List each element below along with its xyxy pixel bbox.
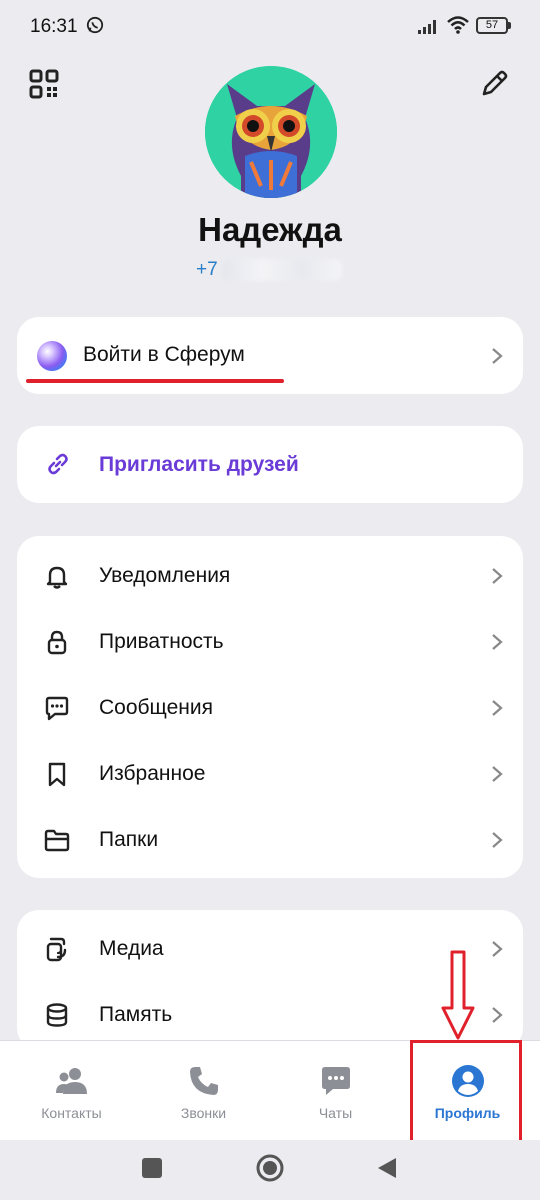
contacts-icon (55, 1068, 87, 1094)
red-arrow-annotation (441, 950, 475, 1040)
owl-avatar-image (205, 66, 337, 198)
battery-indicator: 57 (476, 17, 508, 34)
chevron-right-icon (492, 766, 503, 782)
wifi-icon (447, 16, 469, 34)
chevron-right-icon (492, 700, 503, 716)
chevron-right-icon (492, 568, 503, 584)
red-highlight-annotation (410, 1040, 522, 1148)
battery-tip (508, 22, 511, 29)
settings-item-notifications[interactable]: Уведомления (17, 543, 523, 609)
settings-item-favorites[interactable]: Избранное (17, 741, 523, 807)
red-underline-annotation (26, 379, 284, 383)
chat-icon (321, 1067, 350, 1095)
settings-item-label: Избранное (99, 762, 206, 785)
settings-item-label: Папки (99, 828, 159, 851)
settings-item-label: Приватность (99, 630, 224, 653)
link-icon (48, 453, 68, 475)
whatsapp-icon (86, 16, 104, 34)
tab-label: Контакты (41, 1105, 102, 1121)
status-time: 16:31 (30, 16, 78, 37)
profile-name: Надежда (198, 211, 342, 248)
avatar[interactable] (205, 66, 337, 198)
status-bar: 16:31 57 (0, 0, 540, 54)
phone-icon (189, 1067, 218, 1095)
sferum-login-label: Войти в Сферум (83, 343, 245, 366)
qr-code-icon (29, 69, 59, 99)
chevron-right-icon (492, 941, 503, 957)
back-button[interactable] (376, 1156, 398, 1180)
phone-number-redacted (222, 259, 342, 281)
tab-chats[interactable]: Чаты (268, 1041, 403, 1141)
settings-item-label: Уведомления (99, 564, 231, 587)
profile-phone: +7 (196, 259, 218, 280)
database-icon (46, 1003, 68, 1027)
tab-calls[interactable]: Звонки (136, 1041, 271, 1141)
sferum-logo-icon (37, 341, 67, 371)
invite-friends-label: Пригласить друзей (99, 453, 299, 476)
signal-icon (418, 20, 436, 34)
chevron-right-icon (492, 348, 503, 364)
chevron-right-icon (492, 1007, 503, 1023)
message-icon (45, 696, 69, 721)
recents-button[interactable] (142, 1158, 162, 1178)
media-icon (46, 937, 67, 962)
settings-item-privacy[interactable]: Приватность (17, 609, 523, 675)
folder-icon (44, 829, 70, 852)
tab-contacts[interactable]: Контакты (4, 1041, 139, 1141)
invite-friends-row[interactable]: Пригласить друзей (17, 426, 523, 503)
settings-list: Уведомления Приватность Сообщения Избран… (17, 536, 523, 878)
tab-label: Звонки (180, 1105, 227, 1121)
edit-profile-button[interactable] (478, 68, 510, 100)
bell-icon (46, 566, 68, 589)
qr-code-button[interactable] (28, 68, 60, 100)
system-navigation-bar (0, 1140, 540, 1200)
settings-item-label: Сообщения (99, 696, 213, 719)
chevron-right-icon (492, 634, 503, 650)
tab-label: Чаты (318, 1105, 353, 1121)
lock-icon (47, 630, 67, 655)
settings-item-label: Медиа (99, 937, 164, 960)
settings-item-label: Память (99, 1003, 173, 1026)
home-button[interactable] (256, 1154, 284, 1182)
pencil-icon (482, 70, 508, 96)
settings-item-messages[interactable]: Сообщения (17, 675, 523, 741)
bookmark-icon (48, 762, 66, 787)
chevron-right-icon (492, 832, 503, 848)
settings-item-folders[interactable]: Папки (17, 807, 523, 873)
